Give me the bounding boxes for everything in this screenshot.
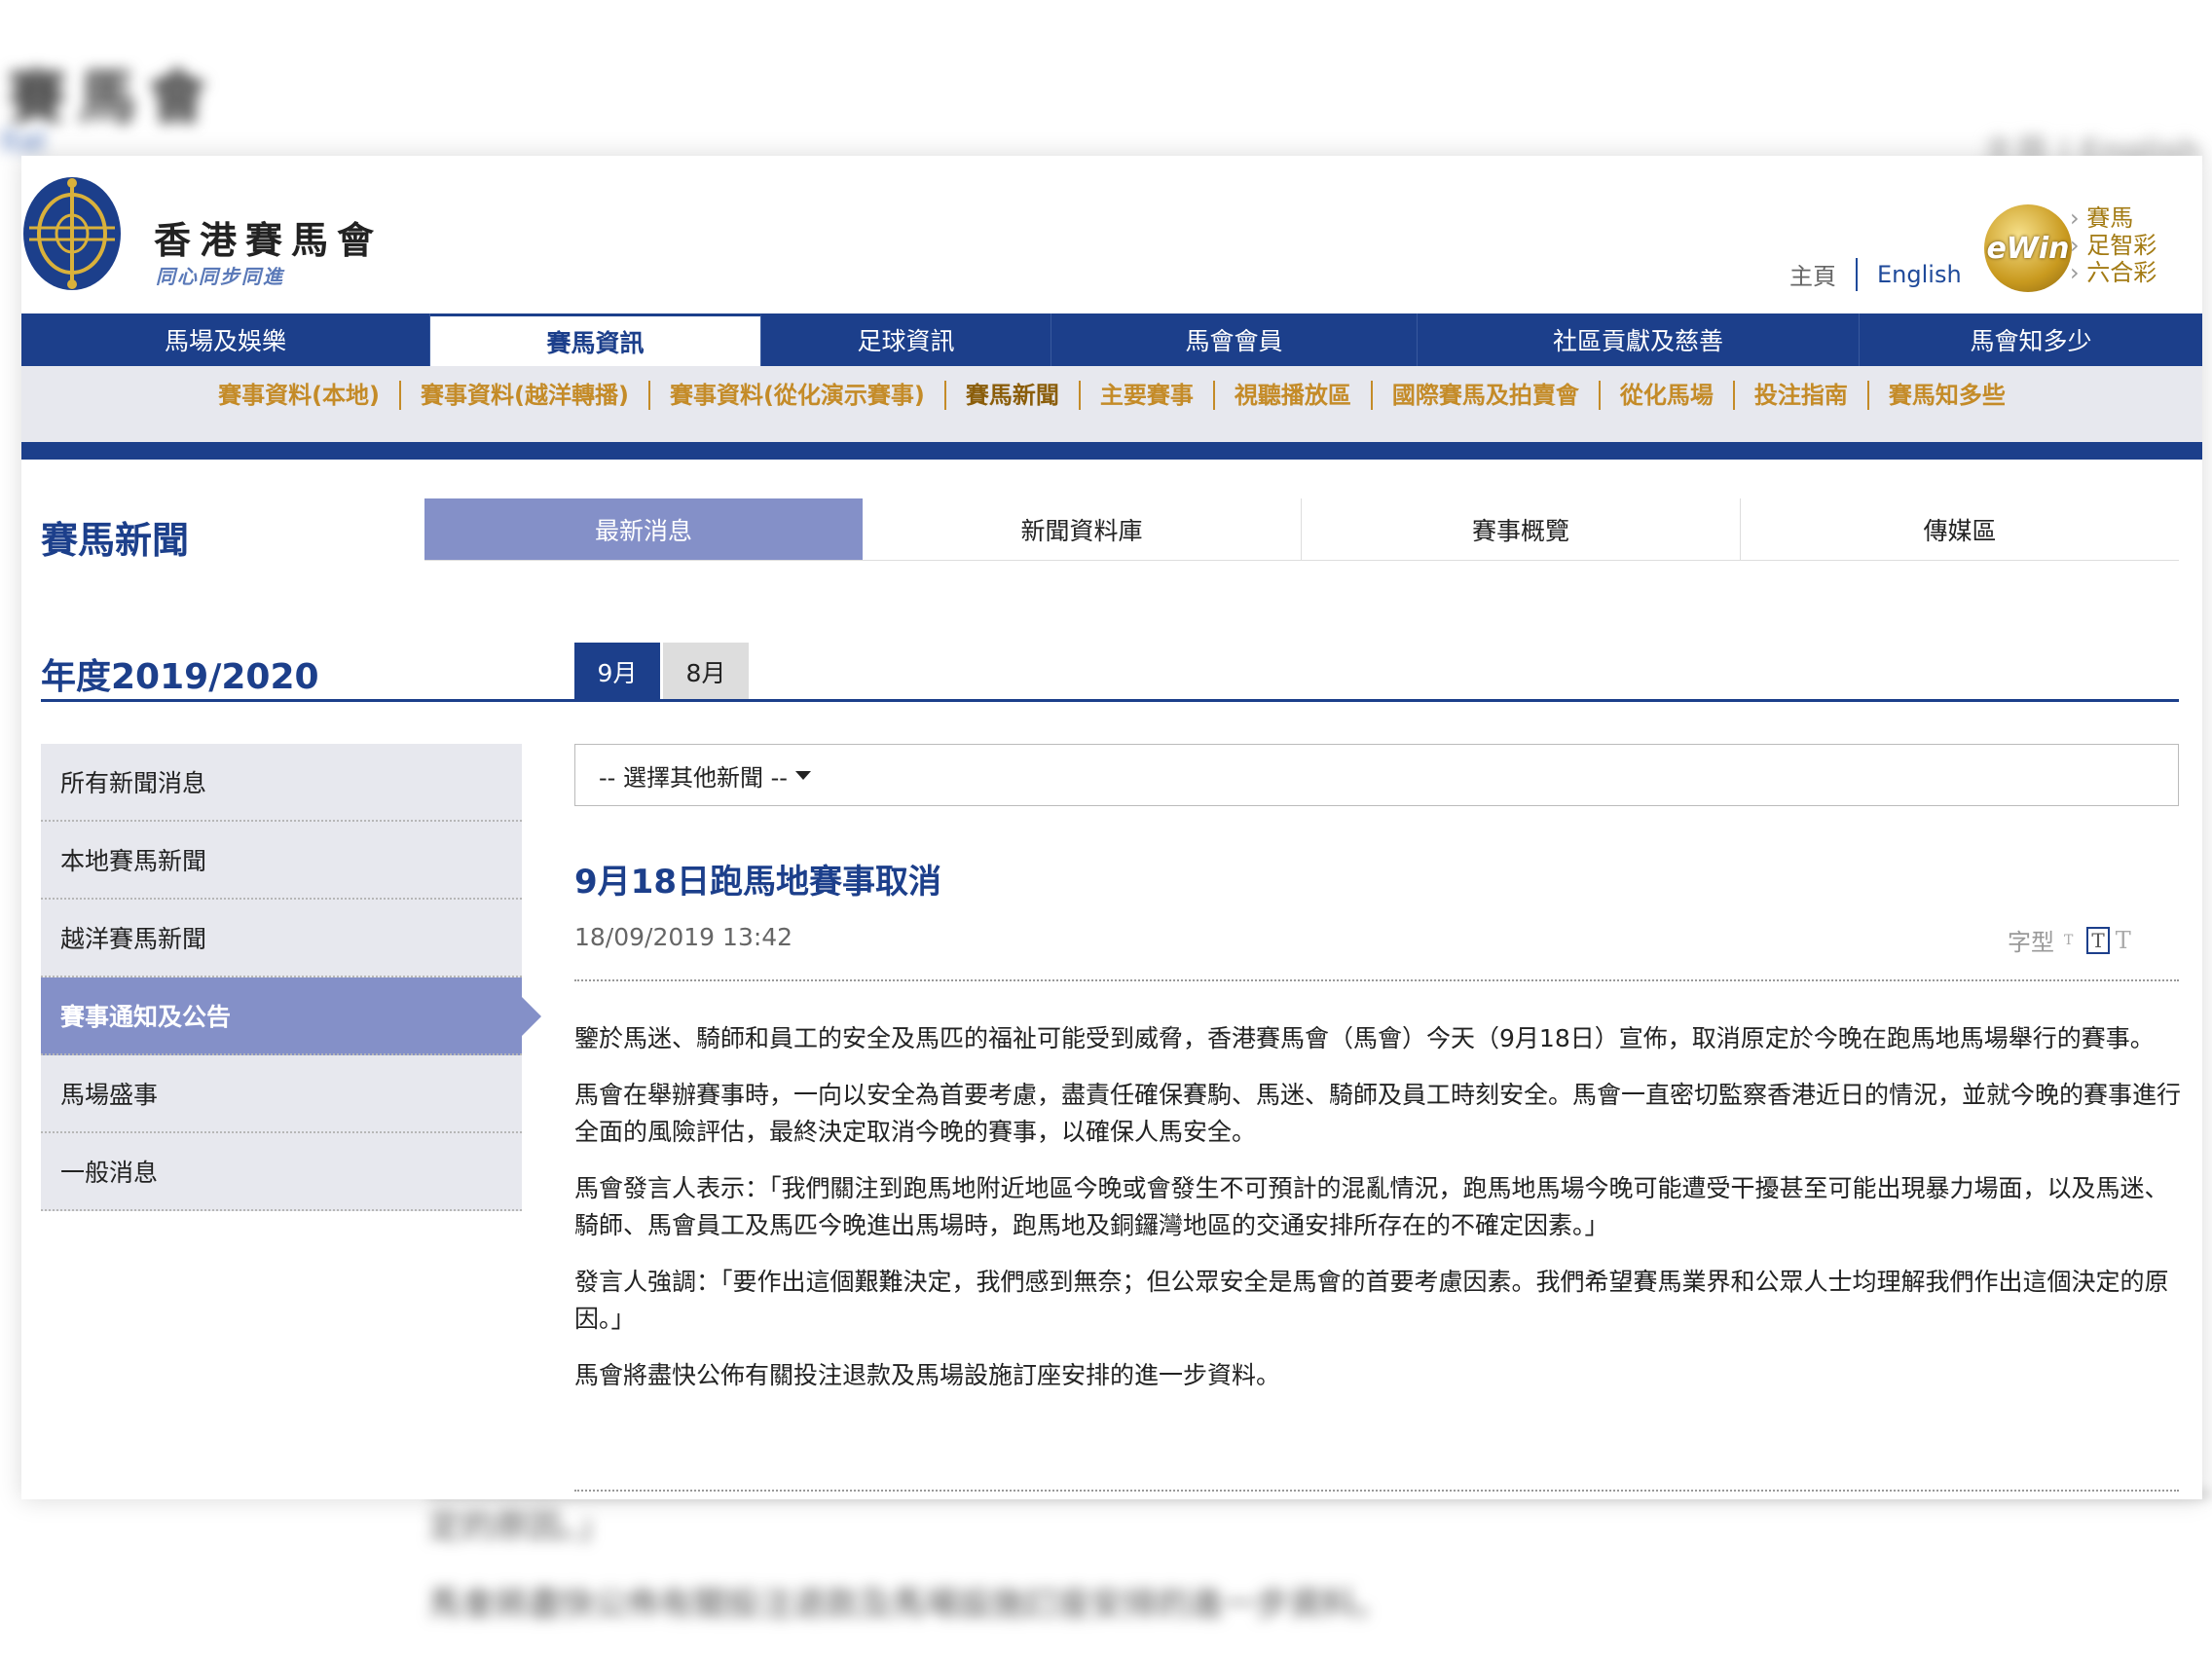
sub-nav-item-video[interactable]: 視聽播放區	[1215, 381, 1373, 410]
sidebar-item-all-news[interactable]: 所有新聞消息	[41, 744, 522, 822]
ewin-links: 賽馬 足智彩 六合彩	[2070, 204, 2157, 286]
month-tab-aug[interactable]: 8月	[663, 643, 749, 701]
month-tabs: 9月 8月	[574, 643, 752, 701]
article-paragraph: 發言人強調：「要作出這個艱難決定，我們感到無奈；但公眾安全是馬會的首要考慮因素。…	[574, 1268, 2169, 1333]
article-paragraph: 馬會發言人表示：「我們關注到跑馬地附近地區今晚或會發生不可預計的混亂情況，跑馬地…	[574, 1174, 2169, 1239]
main-nav-item-racecourse[interactable]: 馬場及娛樂	[21, 313, 430, 366]
news-tabs: 最新消息 新聞資料庫 賽事概覽 傳媒區	[424, 498, 2179, 561]
blurred-background-text-1: 定的原因。」	[428, 1507, 610, 1546]
sidebar-item-general-news[interactable]: 一般消息	[41, 1133, 522, 1211]
tab-latest-news[interactable]: 最新消息	[424, 498, 863, 560]
article-end-divider	[574, 1490, 2179, 1492]
main-nav-item-about[interactable]: 馬會知多少	[1860, 313, 2202, 366]
blurred-background-subtitle: Ital	[0, 125, 47, 159]
season-title: 年度2019/2020	[41, 657, 319, 697]
page-title: 賽馬新聞	[41, 519, 190, 562]
brand-slogan: 同心同步同進	[156, 265, 284, 288]
font-size-small-icon[interactable]: T	[2064, 933, 2073, 948]
tab-news-archive[interactable]: 新聞資料庫	[863, 498, 1302, 560]
sidebar-item-race-notices[interactable]: 賽事通知及公告	[41, 977, 541, 1055]
divider	[1856, 257, 1858, 291]
season-divider	[41, 699, 2179, 702]
sub-nav-item-racing-knowledge[interactable]: 賽馬知多些	[1869, 381, 2025, 410]
blurred-background-text-2: 馬會將盡快公佈有關投注退款及馬場設施訂座安排的進一步資料。	[428, 1585, 1388, 1624]
chevron-down-icon	[794, 770, 811, 780]
english-link[interactable]: English	[1877, 261, 1962, 288]
sub-nav-item-international[interactable]: 國際賽馬及拍賣會	[1373, 381, 1601, 410]
main-nav: 馬場及娛樂 賽馬資訊 足球資訊 馬會會員 社區貢獻及慈善 馬會知多少	[21, 313, 2202, 366]
ewin-link-marksix[interactable]: 六合彩	[2070, 259, 2157, 286]
sub-nav: 賽事資料(本地) 賽事資料(越洋轉播) 賽事資料(從化演示賽事) 賽馬新聞 主要…	[21, 366, 2202, 460]
top-links: 主頁 English	[1789, 257, 1962, 291]
hkjc-logo[interactable]	[21, 173, 123, 294]
blurred-background-title: 賽馬會	[8, 64, 218, 132]
font-size-label: 字型	[2008, 929, 2054, 956]
month-tab-sep[interactable]: 9月	[574, 643, 660, 701]
sidebar-item-local-news[interactable]: 本地賽馬新聞	[41, 822, 522, 900]
home-link[interactable]: 主頁	[1789, 257, 1836, 291]
brand-name: 香港賽馬會	[154, 218, 384, 262]
ewin-link-football[interactable]: 足智彩	[2070, 232, 2157, 259]
ewin-link-racing[interactable]: 賽馬	[2070, 204, 2157, 232]
article-date: 18/09/2019 13:42	[574, 923, 793, 951]
main-nav-item-football[interactable]: 足球資訊	[761, 313, 1051, 366]
ewin-logo[interactable]: eWin	[1984, 204, 2072, 292]
article-paragraph: 馬會在舉辦賽事時，一向以安全為首要考慮，盡責任確保賽駒、馬迷、騎師及員工時刻安全…	[574, 1081, 2182, 1146]
article-paragraph: 馬會將盡快公佈有關投注退款及馬場設施訂座安排的進一步資料。	[574, 1361, 1281, 1389]
sub-nav-item-major-races[interactable]: 主要賽事	[1081, 381, 1215, 410]
tab-race-overview[interactable]: 賽事概覽	[1302, 498, 1741, 560]
sub-nav-item-conghua-info[interactable]: 賽事資料(從化演示賽事)	[650, 381, 946, 410]
ewin-logo-text: eWin	[1986, 231, 2070, 266]
sub-nav-item-simulcast-info[interactable]: 賽事資料(越洋轉播)	[401, 381, 650, 410]
main-nav-item-racing[interactable]: 賽馬資訊	[430, 313, 761, 366]
main-nav-item-membership[interactable]: 馬會會員	[1051, 313, 1418, 366]
font-size-control: 字型 T T T	[2008, 923, 2131, 957]
article-body: 鑒於馬迷、騎師和員工的安全及馬匹的福祉可能受到威脅，香港賽馬會（馬會）今天（9月…	[574, 1020, 2181, 1414]
other-news-select[interactable]: -- 選擇其他新聞 --	[574, 744, 2179, 806]
font-size-medium-icon[interactable]: T	[2086, 926, 2110, 954]
article-paragraph: 鑒於馬迷、騎師和員工的安全及馬匹的福祉可能受到威脅，香港賽馬會（馬會）今天（9月…	[574, 1024, 2155, 1052]
other-news-select-value: -- 選擇其他新聞 --	[599, 763, 788, 792]
font-size-large-icon[interactable]: T	[2116, 927, 2131, 954]
sub-nav-item-local-info[interactable]: 賽事資料(本地)	[199, 381, 402, 410]
sub-nav-item-conghua[interactable]: 從化馬場	[1601, 381, 1735, 410]
news-category-sidebar: 所有新聞消息 本地賽馬新聞 越洋賽馬新聞 賽事通知及公告 馬場盛事 一般消息	[41, 744, 541, 1211]
page-screenshot-card: 香港賽馬會 同心同步同進 主頁 English eWin 賽馬 足智彩 六合彩 …	[21, 156, 2202, 1499]
main-nav-item-charity[interactable]: 社區貢獻及慈善	[1418, 313, 1860, 366]
sub-nav-item-racing-news[interactable]: 賽馬新聞	[946, 381, 1081, 410]
article-title: 9月18日跑馬地賽事取消	[574, 863, 941, 902]
tab-media-area[interactable]: 傳媒區	[1741, 498, 2179, 560]
article-divider	[574, 979, 2179, 981]
sidebar-item-overseas-news[interactable]: 越洋賽馬新聞	[41, 900, 522, 977]
sub-nav-item-betting-guide[interactable]: 投注指南	[1735, 381, 1869, 410]
sidebar-item-racecourse-events[interactable]: 馬場盛事	[41, 1055, 522, 1133]
